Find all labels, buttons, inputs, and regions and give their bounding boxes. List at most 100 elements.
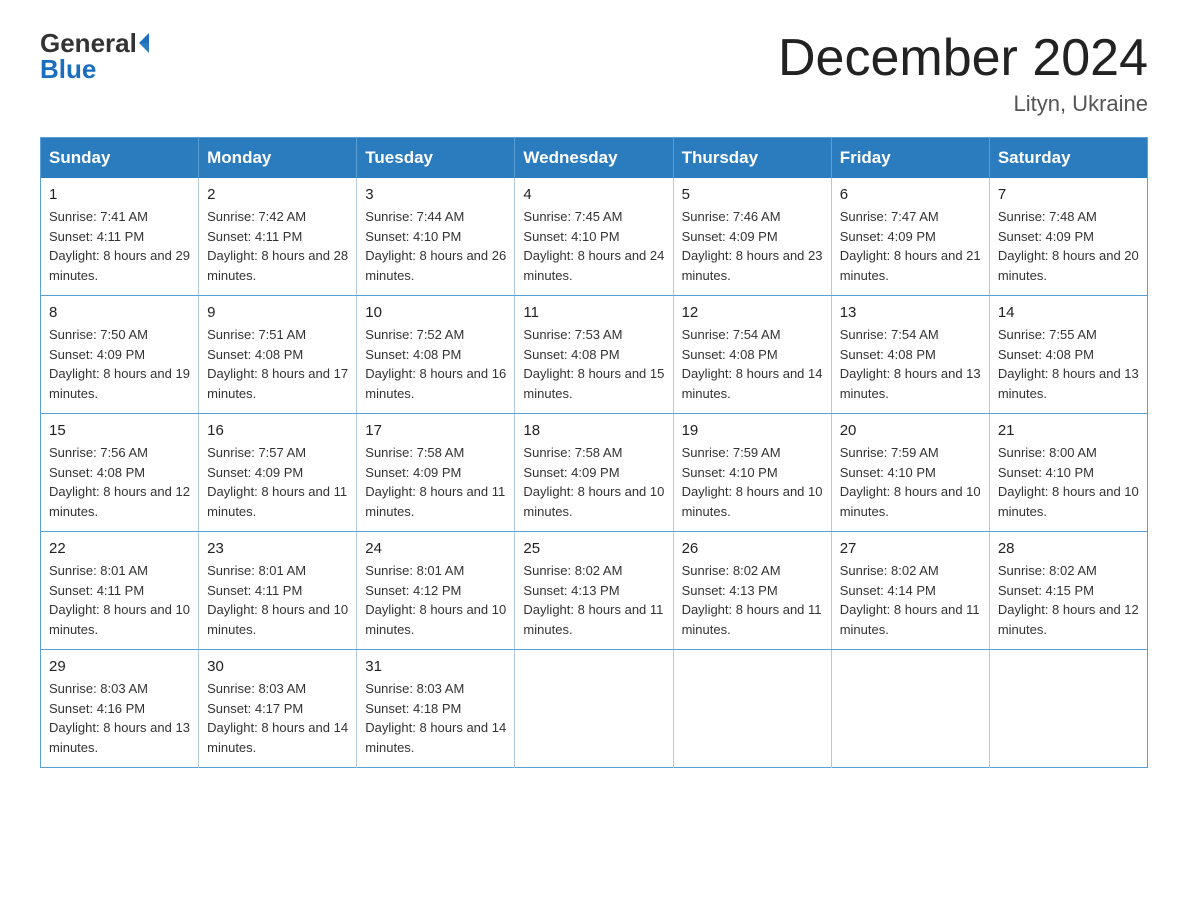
day-info: Sunrise: 8:03 AMSunset: 4:17 PMDaylight:… [207, 679, 348, 757]
day-info: Sunrise: 7:59 AMSunset: 4:10 PMDaylight:… [840, 443, 981, 521]
table-row: 15 Sunrise: 7:56 AMSunset: 4:08 PMDayligh… [41, 414, 199, 532]
day-info: Sunrise: 7:44 AMSunset: 4:10 PMDaylight:… [365, 207, 506, 285]
calendar-header-row: Sunday Monday Tuesday Wednesday Thursday… [41, 138, 1148, 179]
day-info: Sunrise: 8:00 AMSunset: 4:10 PMDaylight:… [998, 443, 1139, 521]
table-row: 19 Sunrise: 7:59 AMSunset: 4:10 PMDayligh… [673, 414, 831, 532]
day-info: Sunrise: 7:59 AMSunset: 4:10 PMDaylight:… [682, 443, 823, 521]
table-row: 25 Sunrise: 8:02 AMSunset: 4:13 PMDayligh… [515, 532, 673, 650]
table-row: 29Sunrise: 8:03 AMSunset: 4:16 PMDayligh… [41, 650, 199, 768]
calendar-week-row: 1 Sunrise: 7:41 AMSunset: 4:11 PMDaylight… [41, 178, 1148, 296]
day-number: 22 [49, 540, 190, 557]
table-row [989, 650, 1147, 768]
calendar-week-row: 22 Sunrise: 8:01 AMSunset: 4:11 PMDayligh… [41, 532, 1148, 650]
table-row: 13 Sunrise: 7:54 AMSunset: 4:08 PMDayligh… [831, 296, 989, 414]
col-header-wednesday: Wednesday [515, 138, 673, 179]
table-row: 14Sunrise: 7:55 AMSunset: 4:08 PMDayligh… [989, 296, 1147, 414]
table-row [831, 650, 989, 768]
title-block: December 2024 Lityn, Ukraine [778, 30, 1148, 117]
day-info: Sunrise: 8:02 AMSunset: 4:13 PMDaylight:… [682, 561, 823, 639]
table-row: 22 Sunrise: 8:01 AMSunset: 4:11 PMDayligh… [41, 532, 199, 650]
day-number: 13 [840, 304, 981, 321]
day-number: 23 [207, 540, 348, 557]
table-row: 26 Sunrise: 8:02 AMSunset: 4:13 PMDayligh… [673, 532, 831, 650]
day-number: 12 [682, 304, 823, 321]
day-info: Sunrise: 8:02 AMSunset: 4:13 PMDaylight:… [523, 561, 664, 639]
day-info: Sunrise: 7:46 AMSunset: 4:09 PMDaylight:… [682, 207, 823, 285]
day-info: Sunrise: 7:45 AMSunset: 4:10 PMDaylight:… [523, 207, 664, 285]
table-row: 30Sunrise: 8:03 AMSunset: 4:17 PMDayligh… [199, 650, 357, 768]
day-number: 27 [840, 540, 981, 557]
day-number: 6 [840, 186, 981, 203]
col-header-sunday: Sunday [41, 138, 199, 179]
table-row: 18 Sunrise: 7:58 AMSunset: 4:09 PMDayligh… [515, 414, 673, 532]
day-info: Sunrise: 7:50 AMSunset: 4:09 PMDaylight:… [49, 325, 190, 403]
table-row: 24 Sunrise: 8:01 AMSunset: 4:12 PMDayligh… [357, 532, 515, 650]
day-info: Sunrise: 7:53 AMSunset: 4:08 PMDaylight:… [523, 325, 664, 403]
day-info: Sunrise: 7:55 AMSunset: 4:08 PMDaylight:… [998, 325, 1139, 403]
calendar-table: Sunday Monday Tuesday Wednesday Thursday… [40, 137, 1148, 768]
table-row: 21 Sunrise: 8:00 AMSunset: 4:10 PMDayligh… [989, 414, 1147, 532]
table-row [515, 650, 673, 768]
day-number: 24 [365, 540, 506, 557]
col-header-monday: Monday [199, 138, 357, 179]
day-info: Sunrise: 7:58 AMSunset: 4:09 PMDaylight:… [365, 443, 506, 521]
logo: General Blue [40, 30, 149, 82]
day-number: 15 [49, 422, 190, 439]
day-number: 16 [207, 422, 348, 439]
table-row: 28Sunrise: 8:02 AMSunset: 4:15 PMDayligh… [989, 532, 1147, 650]
day-number: 20 [840, 422, 981, 439]
day-number: 11 [523, 304, 664, 321]
day-info: Sunrise: 8:01 AMSunset: 4:12 PMDaylight:… [365, 561, 506, 639]
day-info: Sunrise: 7:51 AMSunset: 4:08 PMDaylight:… [207, 325, 348, 403]
table-row: 3 Sunrise: 7:44 AMSunset: 4:10 PMDaylight… [357, 178, 515, 296]
day-number: 28 [998, 540, 1139, 557]
table-row: 4Sunrise: 7:45 AMSunset: 4:10 PMDaylight… [515, 178, 673, 296]
day-number: 5 [682, 186, 823, 203]
page-header: General Blue December 2024 Lityn, Ukrain… [40, 30, 1148, 117]
day-info: Sunrise: 7:47 AMSunset: 4:09 PMDaylight:… [840, 207, 981, 285]
table-row: 9Sunrise: 7:51 AMSunset: 4:08 PMDaylight… [199, 296, 357, 414]
day-info: Sunrise: 8:01 AMSunset: 4:11 PMDaylight:… [49, 561, 190, 639]
day-info: Sunrise: 7:58 AMSunset: 4:09 PMDaylight:… [523, 443, 664, 521]
day-info: Sunrise: 7:56 AMSunset: 4:08 PMDaylight:… [49, 443, 190, 521]
col-header-tuesday: Tuesday [357, 138, 515, 179]
day-number: 17 [365, 422, 506, 439]
day-number: 1 [49, 186, 190, 203]
day-info: Sunrise: 7:54 AMSunset: 4:08 PMDaylight:… [682, 325, 823, 403]
table-row [673, 650, 831, 768]
calendar-week-row: 15 Sunrise: 7:56 AMSunset: 4:08 PMDayligh… [41, 414, 1148, 532]
logo-arrow-icon [139, 33, 149, 53]
table-row: 8Sunrise: 7:50 AMSunset: 4:09 PMDaylight… [41, 296, 199, 414]
day-info: Sunrise: 7:52 AMSunset: 4:08 PMDaylight:… [365, 325, 506, 403]
calendar-week-row: 8Sunrise: 7:50 AMSunset: 4:09 PMDaylight… [41, 296, 1148, 414]
month-title: December 2024 [778, 30, 1148, 87]
table-row: 31 Sunrise: 8:03 AMSunset: 4:18 PMDayligh… [357, 650, 515, 768]
table-row: 1 Sunrise: 7:41 AMSunset: 4:11 PMDaylight… [41, 178, 199, 296]
day-info: Sunrise: 7:54 AMSunset: 4:08 PMDaylight:… [840, 325, 981, 403]
day-info: Sunrise: 7:57 AMSunset: 4:09 PMDaylight:… [207, 443, 348, 521]
day-number: 31 [365, 658, 506, 675]
day-info: Sunrise: 7:41 AMSunset: 4:11 PMDaylight:… [49, 207, 190, 285]
location-label: Lityn, Ukraine [778, 91, 1148, 117]
logo-blue-text: Blue [40, 56, 149, 82]
day-number: 21 [998, 422, 1139, 439]
day-number: 26 [682, 540, 823, 557]
table-row: 23Sunrise: 8:01 AMSunset: 4:11 PMDayligh… [199, 532, 357, 650]
table-row: 16 Sunrise: 7:57 AMSunset: 4:09 PMDayligh… [199, 414, 357, 532]
col-header-thursday: Thursday [673, 138, 831, 179]
day-info: Sunrise: 8:03 AMSunset: 4:18 PMDaylight:… [365, 679, 506, 757]
table-row: 27 Sunrise: 8:02 AMSunset: 4:14 PMDayligh… [831, 532, 989, 650]
day-number: 18 [523, 422, 664, 439]
day-info: Sunrise: 8:02 AMSunset: 4:14 PMDaylight:… [840, 561, 981, 639]
logo-general-text: General [40, 30, 137, 56]
calendar-week-row: 29Sunrise: 8:03 AMSunset: 4:16 PMDayligh… [41, 650, 1148, 768]
day-info: Sunrise: 7:48 AMSunset: 4:09 PMDaylight:… [998, 207, 1139, 285]
day-number: 2 [207, 186, 348, 203]
day-number: 25 [523, 540, 664, 557]
table-row: 12 Sunrise: 7:54 AMSunset: 4:08 PMDayligh… [673, 296, 831, 414]
day-number: 3 [365, 186, 506, 203]
day-number: 19 [682, 422, 823, 439]
day-number: 10 [365, 304, 506, 321]
table-row: 6 Sunrise: 7:47 AMSunset: 4:09 PMDaylight… [831, 178, 989, 296]
col-header-friday: Friday [831, 138, 989, 179]
